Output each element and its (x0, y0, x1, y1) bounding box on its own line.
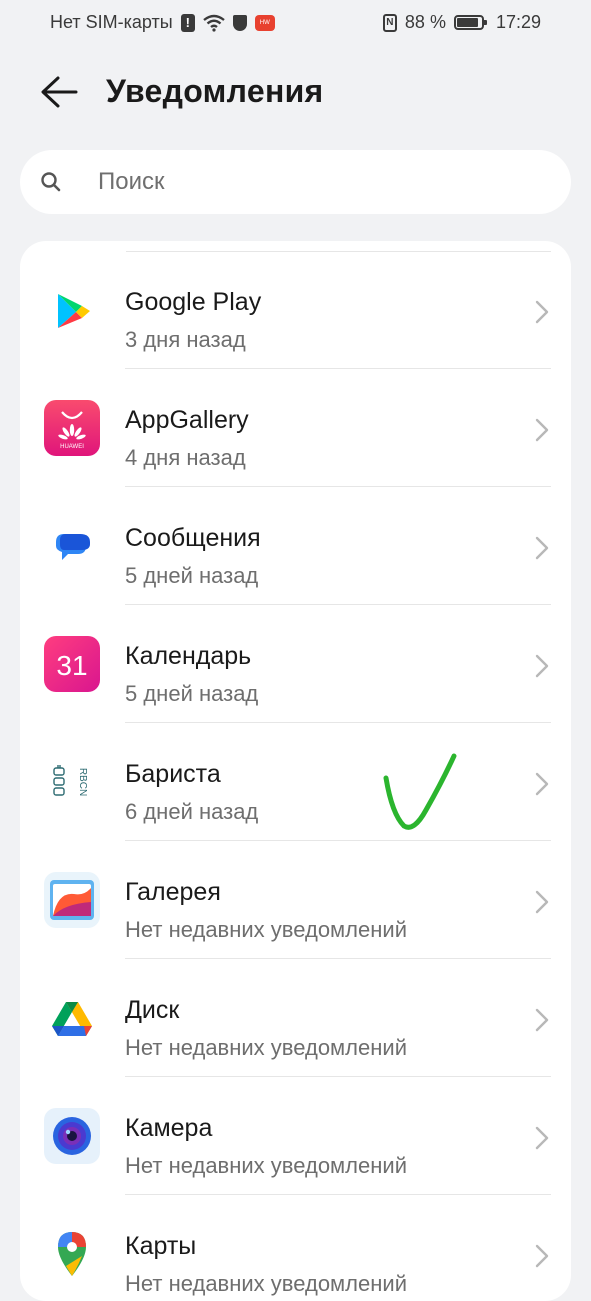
chevron-right-icon (535, 1126, 549, 1150)
arrow-left-icon[interactable] (38, 72, 80, 112)
chevron-right-icon (535, 300, 549, 324)
app-subtitle: Нет недавних уведомлений (125, 917, 407, 942)
app-subtitle: 5 дней назад (125, 681, 259, 706)
maps-icon (58, 1232, 86, 1276)
status-bar: Нет SIM-карты ! HW N 88 % 17:29 (0, 0, 591, 46)
app-subtitle: Нет недавних уведомлений (125, 1035, 407, 1060)
appgallery-icon: HUAWEI (44, 400, 100, 456)
app-notification-list: Google Play 3 дня назад HUAWEI AppGaller… (20, 241, 571, 1301)
app-name: Камера (125, 1114, 213, 1142)
google-play-icon (58, 294, 90, 328)
app-name: Сообщения (125, 524, 261, 552)
gallery-icon (44, 872, 100, 928)
app-name: Галерея (125, 878, 221, 906)
chevron-right-icon (535, 1008, 549, 1032)
list-item[interactable]: Карты Нет недавних уведомлений (20, 1195, 571, 1301)
list-item[interactable]: Галерея Нет недавних уведомлений (20, 841, 571, 959)
app-name: AppGallery (125, 406, 249, 434)
battery-icon (453, 15, 487, 30)
svg-text:31: 31 (56, 650, 87, 681)
search-input[interactable] (98, 162, 538, 202)
list-item[interactable]: Диск Нет недавних уведомлений (20, 959, 571, 1077)
list-item[interactable]: HUAWEI AppGallery 4 дня назад (20, 369, 571, 487)
app-name: Карты (125, 1232, 197, 1260)
svg-text:RBCN: RBCN (77, 768, 88, 796)
list-item[interactable]: Google Play 3 дня назад (20, 251, 571, 369)
chevron-right-icon (535, 654, 549, 678)
list-item[interactable]: Сообщения 5 дней назад (20, 487, 571, 605)
app-subtitle: 3 дня назад (125, 327, 246, 352)
app-name: Диск (125, 996, 180, 1024)
app-subtitle: Нет недавних уведомлений (125, 1153, 407, 1178)
camera-icon (44, 1108, 100, 1164)
chevron-right-icon (535, 418, 549, 442)
drive-icon (52, 1002, 92, 1036)
chevron-right-icon (535, 536, 549, 560)
chevron-right-icon (535, 772, 549, 796)
page-title: Уведомления (106, 73, 324, 109)
nfc-icon: N (382, 13, 397, 32)
shield-icon (232, 14, 247, 31)
app-subtitle: 4 дня назад (125, 445, 246, 470)
app-name: Бариста (125, 760, 221, 788)
wifi-icon (202, 14, 225, 32)
app-subtitle: 6 дней назад (125, 799, 259, 824)
sim-alert-icon: ! (180, 13, 195, 32)
search-icon (41, 172, 61, 192)
list-item[interactable]: 31 Календарь 5 дней назад (20, 605, 571, 723)
svg-text:HUAWEI: HUAWEI (60, 444, 84, 450)
barista-icon: RBCN (44, 754, 100, 810)
battery-percent: 88 % (404, 12, 446, 32)
app-name: Google Play (125, 288, 262, 316)
messages-icon (56, 534, 90, 560)
list-item[interactable]: RBCN Бариста 6 дней назад (20, 723, 571, 841)
app-subtitle: Нет недавних уведомлений (125, 1271, 407, 1296)
app-subtitle: 5 дней назад (125, 563, 259, 588)
carrier-label: Нет SIM-карты (50, 12, 173, 32)
chevron-right-icon (535, 1244, 549, 1268)
checkmark-annotation (383, 753, 457, 830)
chevron-right-icon (535, 890, 549, 914)
app-name: Календарь (125, 642, 252, 670)
clock: 17:29 (495, 12, 541, 32)
huawei-badge-icon: HW (254, 14, 275, 31)
calendar-icon: 31 (44, 636, 100, 692)
search-bar[interactable] (20, 150, 571, 214)
list-item[interactable]: Камера Нет недавних уведомлений (20, 1077, 571, 1195)
